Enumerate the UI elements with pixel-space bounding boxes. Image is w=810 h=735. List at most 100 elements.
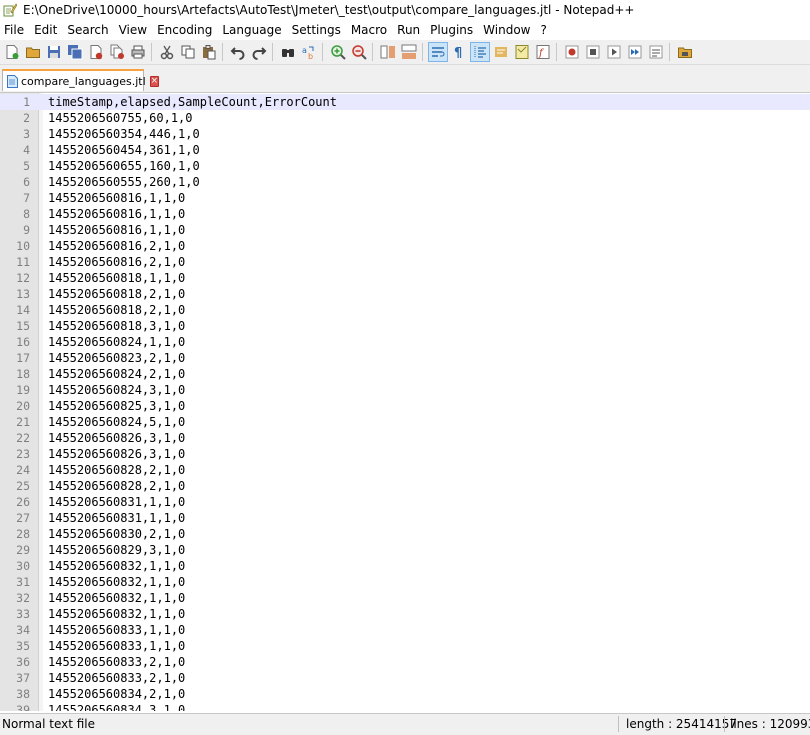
save-all-icon[interactable] (66, 43, 84, 61)
editor-line[interactable]: 15 1455206560818,3,1,0 (0, 318, 810, 334)
show-all-chars-icon[interactable]: ¶ (450, 43, 468, 61)
run-macro-multiple-icon[interactable] (626, 43, 644, 61)
sync-vertical-icon[interactable] (379, 43, 397, 61)
menu-window[interactable]: Window (478, 23, 535, 37)
record-macro-icon[interactable] (563, 43, 581, 61)
editor-line[interactable]: 27 1455206560831,1,1,0 (0, 510, 810, 526)
editor-line[interactable]: 33 1455206560832,1,1,0 (0, 606, 810, 622)
editor-line[interactable]: 9 1455206560816,1,1,0 (0, 222, 810, 238)
editor-line[interactable]: 31 1455206560832,1,1,0 (0, 574, 810, 590)
editor-line[interactable]: 22 1455206560826,3,1,0 (0, 430, 810, 446)
close-all-icon[interactable] (108, 43, 126, 61)
editor-line[interactable]: 34 1455206560833,1,1,0 (0, 622, 810, 638)
menu-help[interactable]: ? (535, 23, 551, 37)
editor-line[interactable]: 1 timeStamp,elapsed,SampleCount,ErrorCoun… (0, 94, 810, 110)
editor-line[interactable]: 32 1455206560832,1,1,0 (0, 590, 810, 606)
replace-icon[interactable]: ab (300, 43, 318, 61)
tab-compare-languages[interactable]: compare_languages.jtl × (2, 69, 160, 91)
editor-line[interactable]: 37 1455206560833,2,1,0 (0, 670, 810, 686)
editor-line[interactable]: 16 1455206560824,1,1,0 (0, 334, 810, 350)
menu-macro[interactable]: Macro (346, 23, 392, 37)
menu-file[interactable]: File (0, 23, 29, 37)
editor-line[interactable]: 36 1455206560833,2,1,0 (0, 654, 810, 670)
line-text: 1455206560824,2,1,0 (48, 367, 186, 381)
editor[interactable]: 1 timeStamp,elapsed,SampleCount,ErrorCoun… (0, 93, 810, 711)
editor-line[interactable]: 14 1455206560818,2,1,0 (0, 302, 810, 318)
line-text: 1455206560826,3,1,0 (48, 431, 186, 445)
save-macro-icon[interactable] (647, 43, 665, 61)
editor-line[interactable]: 26 1455206560831,1,1,0 (0, 494, 810, 510)
line-number: 37 (16, 671, 30, 685)
define-language-icon[interactable] (492, 43, 510, 61)
svg-text:a: a (302, 46, 307, 55)
line-text: 1455206560824,1,1,0 (48, 335, 186, 349)
editor-line[interactable]: 12 1455206560818,1,1,0 (0, 270, 810, 286)
undo-icon[interactable] (229, 43, 247, 61)
redo-icon[interactable] (250, 43, 268, 61)
editor-line[interactable]: 5 1455206560655,160,1,0 (0, 158, 810, 174)
editor-line[interactable]: 19 1455206560824,3,1,0 (0, 382, 810, 398)
editor-line[interactable]: 3 1455206560354,446,1,0 (0, 126, 810, 142)
editor-line[interactable]: 29 1455206560829,3,1,0 (0, 542, 810, 558)
editor-line[interactable]: 30 1455206560832,1,1,0 (0, 558, 810, 574)
editor-line[interactable]: 28 1455206560830,2,1,0 (0, 526, 810, 542)
line-text: 1455206560818,2,1,0 (48, 287, 186, 301)
editor-line[interactable]: 38 1455206560834,2,1,0 (0, 686, 810, 702)
editor-line[interactable]: 13 1455206560818,2,1,0 (0, 286, 810, 302)
editor-line[interactable]: 25 1455206560828,2,1,0 (0, 478, 810, 494)
sync-horizontal-icon[interactable] (400, 43, 418, 61)
cut-icon[interactable] (158, 43, 176, 61)
editor-line[interactable]: 18 1455206560824,2,1,0 (0, 366, 810, 382)
copy-icon[interactable] (179, 43, 197, 61)
editor-lines: 1 timeStamp,elapsed,SampleCount,ErrorCoun… (0, 94, 810, 711)
status-bar: Normal text file length : 25414157 lines… (0, 713, 810, 735)
editor-line[interactable]: 7 1455206560816,1,1,0 (0, 190, 810, 206)
toolbar-separator (422, 43, 423, 61)
zoom-in-icon[interactable] (329, 43, 347, 61)
open-plugin-icon[interactable] (676, 43, 694, 61)
stop-record-icon[interactable] (584, 43, 602, 61)
editor-line[interactable]: 17 1455206560823,2,1,0 (0, 350, 810, 366)
editor-line[interactable]: 6 1455206560555,260,1,0 (0, 174, 810, 190)
line-text: 1455206560830,2,1,0 (48, 527, 186, 541)
close-icon[interactable] (87, 43, 105, 61)
line-number: 4 (23, 143, 30, 157)
line-number: 9 (23, 223, 30, 237)
line-text: 1455206560829,3,1,0 (48, 543, 186, 557)
function-list-icon[interactable]: f (534, 43, 552, 61)
editor-line[interactable]: 23 1455206560826,3,1,0 (0, 446, 810, 462)
play-macro-icon[interactable] (605, 43, 623, 61)
editor-line[interactable]: 39 1455206560834,3,1,0 (0, 702, 810, 711)
editor-line[interactable]: 4 1455206560454,361,1,0 (0, 142, 810, 158)
indent-guide-icon[interactable] (470, 42, 490, 62)
print-icon[interactable] (129, 43, 147, 61)
menu-view[interactable]: View (114, 23, 152, 37)
editor-line[interactable]: 24 1455206560828,2,1,0 (0, 462, 810, 478)
save-icon[interactable] (45, 43, 63, 61)
editor-line[interactable]: 8 1455206560816,1,1,0 (0, 206, 810, 222)
line-number: 25 (16, 479, 30, 493)
menu-run[interactable]: Run (392, 23, 425, 37)
menu-search[interactable]: Search (62, 23, 113, 37)
menu-language[interactable]: Language (217, 23, 286, 37)
word-wrap-icon[interactable] (428, 42, 448, 62)
line-number: 22 (16, 431, 30, 445)
menu-edit[interactable]: Edit (29, 23, 62, 37)
menu-encoding[interactable]: Encoding (152, 23, 217, 37)
editor-line[interactable]: 2 1455206560755,60,1,0 (0, 110, 810, 126)
tab-close-icon[interactable]: × (149, 75, 160, 87)
doc-map-icon[interactable] (513, 43, 531, 61)
zoom-out-icon[interactable] (350, 43, 368, 61)
menu-settings[interactable]: Settings (287, 23, 346, 37)
editor-line[interactable]: 35 1455206560833,1,1,0 (0, 638, 810, 654)
editor-line[interactable]: 10 1455206560816,2,1,0 (0, 238, 810, 254)
new-file-icon[interactable] (3, 43, 21, 61)
editor-line[interactable]: 21 1455206560824,5,1,0 (0, 414, 810, 430)
paste-icon[interactable] (200, 43, 218, 61)
open-file-icon[interactable] (24, 43, 42, 61)
find-icon[interactable] (279, 43, 297, 61)
line-text: 1455206560832,1,1,0 (48, 591, 186, 605)
editor-line[interactable]: 11 1455206560816,2,1,0 (0, 254, 810, 270)
menu-plugins[interactable]: Plugins (425, 23, 478, 37)
editor-line[interactable]: 20 1455206560825,3,1,0 (0, 398, 810, 414)
